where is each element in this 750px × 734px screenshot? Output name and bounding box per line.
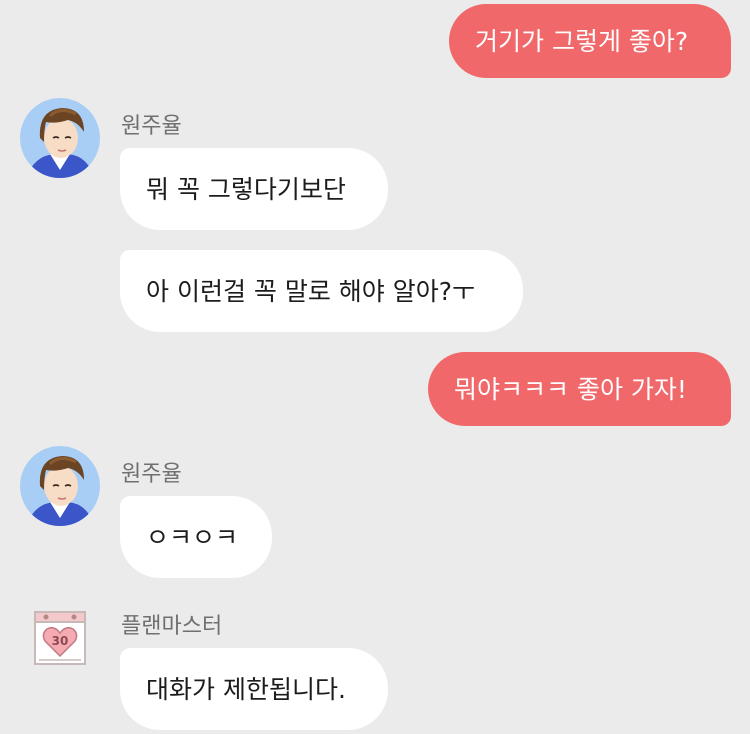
character-avatar[interactable] [20, 98, 100, 178]
other-message-bubble: 대화가 제한됩니다. [120, 648, 388, 730]
sender-name: 플랜마스터 [121, 614, 223, 639]
avatar-portrait-icon [20, 98, 100, 178]
character-avatar[interactable] [20, 446, 100, 526]
my-message-bubble: 거기가 그렇게 좋아? [449, 4, 731, 78]
sender-name: 원주율 [121, 114, 182, 139]
chat-screen: { "messages": [ {"sender": "me", "text":… [0, 0, 750, 734]
avatar-portrait-icon [20, 446, 100, 526]
other-message-bubble: 뭐 꼭 그렇다기보단 [120, 148, 388, 230]
message-text: 뭐 꼭 그렇다기보단 [146, 174, 346, 204]
calendar-day: 30 [52, 634, 69, 648]
my-message-bubble: 뭐야ㅋㅋㅋ 좋아 가자! [428, 352, 731, 426]
heart-calendar-icon[interactable]: 30 [33, 608, 87, 666]
message-text: 대화가 제한됩니다. [146, 674, 346, 704]
other-message-bubble: 아 이런걸 꼭 말로 해야 알아?ㅜ [120, 250, 523, 332]
message-text: ㅇㅋㅇㅋ [146, 522, 239, 552]
message-text: 거기가 그렇게 좋아? [475, 26, 689, 56]
sender-name: 원주율 [121, 462, 182, 487]
message-text: 아 이런걸 꼭 말로 해야 알아?ㅜ [146, 276, 476, 306]
message-text: 뭐야ㅋㅋㅋ 좋아 가자! [454, 374, 687, 404]
other-message-bubble: ㅇㅋㅇㅋ [120, 496, 272, 578]
